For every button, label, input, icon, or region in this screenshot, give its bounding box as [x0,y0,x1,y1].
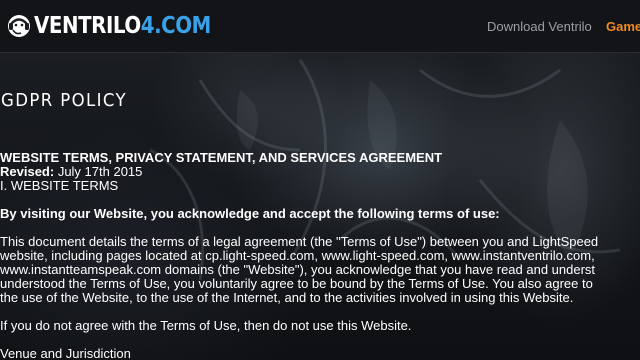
section-title: I. WEBSITE TERMS [0,178,119,193]
paragraph-line: website, including pages located at cp.l… [0,248,595,263]
paragraph-line: the use of the Website, to the use of th… [0,290,574,305]
main-content: GDPR POLICY WEBSITE TERMS, PRIVACY STATE… [0,52,640,360]
paragraph-line: This document details the terms of a leg… [0,234,599,249]
disagree-statement: If you do not agree with the Terms of Us… [0,318,412,333]
revised-line: Revised: July 17th 2015 [0,165,640,179]
revised-date: July 17th 2015 [54,164,143,179]
logo-wordmark: VENTRILO4.COM [34,13,211,39]
paragraph-line: understood the Terms of Use, you volunta… [0,276,593,291]
acknowledge-statement: By visiting our Website, you acknowledge… [0,206,500,221]
nav-game[interactable]: Game [606,19,640,34]
policy-document: WEBSITE TERMS, PRIVACY STATEMENT, AND SE… [0,151,640,360]
paragraph-line: www.instantteamspeak.com domains (the "W… [0,262,596,277]
page-title: GDPR POLICY [1,90,128,111]
logo-text-white: VENTRILO [34,13,141,39]
revised-label: Revised: [0,164,55,179]
terms-paragraph: This document details the terms of a leg… [0,235,640,305]
venue-heading: Venue and Jurisdiction [0,346,131,360]
headset-mascot-icon [8,15,30,37]
nav-download-ventrilo[interactable]: Download Ventrilo [487,19,592,34]
site-logo[interactable]: VENTRILO4.COM [6,10,240,42]
logo-text-blue: 4.COM [140,13,212,39]
site-header: VENTRILO4.COM Download Ventrilo Game [0,0,640,53]
document-heading: WEBSITE TERMS, PRIVACY STATEMENT, AND SE… [0,150,443,165]
